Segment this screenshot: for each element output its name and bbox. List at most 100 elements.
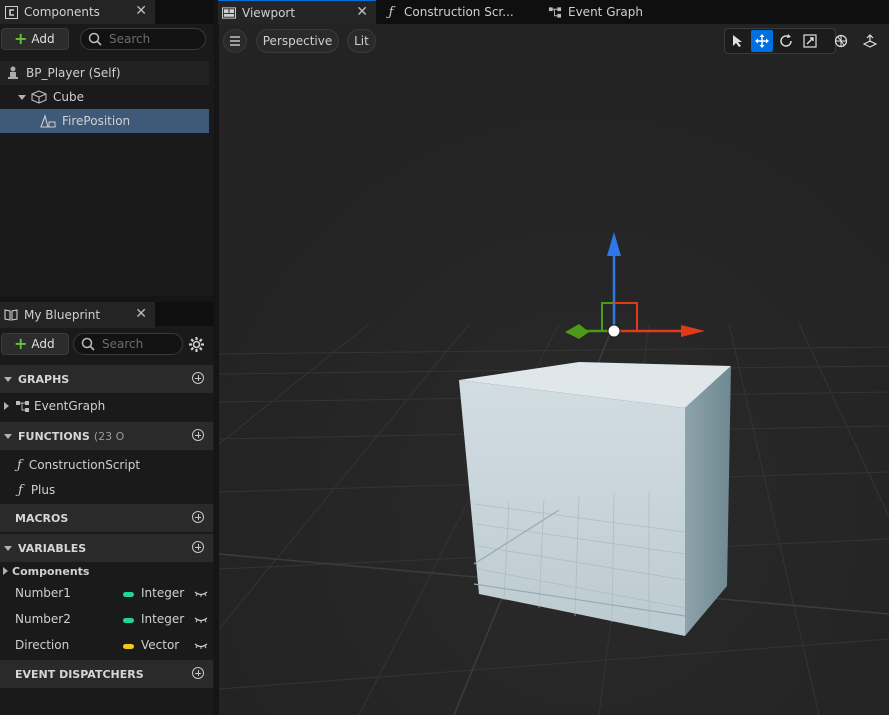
add-label: Add xyxy=(31,337,55,351)
tree-item-cube[interactable]: Cube xyxy=(0,85,209,109)
tab-viewport[interactable]: Viewport ✕ xyxy=(218,0,376,24)
function-item-constructionscript[interactable]: ƒ ConstructionScript xyxy=(0,453,213,477)
add-function-icon[interactable] xyxy=(192,429,204,441)
viewport-scene xyxy=(219,24,889,715)
lit-label: Lit xyxy=(354,34,369,48)
tab-components[interactable]: Components ✕ xyxy=(0,0,155,24)
section-graphs[interactable]: GRAPHS xyxy=(0,365,213,393)
tree-item-label: Cube xyxy=(53,90,84,104)
viewport-options-button[interactable] xyxy=(223,29,247,53)
rotate-icon[interactable] xyxy=(775,30,797,52)
section-title: FUNCTIONS xyxy=(18,429,90,443)
variable-row[interactable]: Direction Vector xyxy=(0,633,213,659)
section-title: MACROS xyxy=(15,511,69,525)
components-icon xyxy=(4,5,18,19)
components-search[interactable] xyxy=(80,28,206,50)
tree-item-fireposition[interactable]: FirePosition xyxy=(0,109,209,133)
plus-icon: + xyxy=(14,334,28,353)
gear-icon[interactable] xyxy=(188,336,205,353)
integer-type-pill[interactable] xyxy=(123,592,134,597)
variable-type: Integer xyxy=(141,612,185,626)
variable-name: Number1 xyxy=(15,586,71,600)
search-icon xyxy=(88,32,102,46)
components-search-input[interactable] xyxy=(109,32,189,46)
expand-arrow-icon[interactable] xyxy=(4,402,9,410)
section-title: GRAPHS xyxy=(18,372,70,386)
section-title: VARIABLES xyxy=(18,541,87,555)
move-icon[interactable] xyxy=(751,30,773,52)
add-label: Add xyxy=(31,32,55,46)
tree-item-label: BP_Player (Self) xyxy=(26,66,121,80)
components-tabbar: Components ✕ xyxy=(0,0,214,24)
variable-category-components[interactable]: Components xyxy=(0,560,213,582)
components-panel: Components ✕ + Add BP_Player (Self) Cube… xyxy=(0,0,214,296)
world-local-icon[interactable] xyxy=(830,30,852,52)
lit-button[interactable]: Lit xyxy=(347,29,376,53)
graph-icon xyxy=(15,400,30,413)
section-variables[interactable]: VARIABLES xyxy=(0,534,213,562)
variable-row[interactable]: Number2 Integer xyxy=(0,607,213,633)
components-tab-label: Components xyxy=(24,5,100,19)
function-item-plus[interactable]: ƒ Plus xyxy=(0,478,213,502)
tree-item-self[interactable]: BP_Player (Self) xyxy=(0,61,209,85)
add-variable-icon[interactable] xyxy=(192,541,204,553)
cube-mesh[interactable] xyxy=(459,362,731,636)
function-label: Plus xyxy=(30,483,56,497)
function-icon: ƒ xyxy=(388,4,394,20)
collapse-arrow-icon[interactable] xyxy=(4,376,12,382)
book-icon xyxy=(4,308,18,322)
blueprint-search[interactable] xyxy=(73,333,183,355)
variable-name: Direction xyxy=(15,638,70,652)
surface-snapping-icon[interactable] xyxy=(859,30,881,52)
collapse-arrow-icon[interactable] xyxy=(4,545,12,551)
my-blueprint-tab-label: My Blueprint xyxy=(24,308,101,322)
eye-closed-icon[interactable] xyxy=(194,639,208,649)
scale-icon[interactable] xyxy=(799,30,821,52)
section-event-dispatchers[interactable]: EVENT DISPATCHERS xyxy=(0,660,213,688)
add-event-dispatcher-icon[interactable] xyxy=(192,667,204,679)
section-macros[interactable]: MACROS xyxy=(0,504,213,532)
select-icon[interactable] xyxy=(727,30,749,52)
add-blueprint-item-button[interactable]: + Add xyxy=(1,333,69,355)
viewport[interactable]: Perspective Lit xyxy=(219,24,889,715)
section-title: EVENT DISPATCHERS xyxy=(15,667,144,681)
functions-count: (23 O xyxy=(93,429,125,443)
tab-event-graph[interactable]: Event Graph xyxy=(544,0,704,24)
tab-construction-script[interactable]: ƒ Construction Scr... xyxy=(380,0,540,24)
actor-icon xyxy=(7,66,21,80)
add-graph-icon[interactable] xyxy=(192,372,204,384)
construction-function-icon: ƒ xyxy=(17,457,22,473)
eye-closed-icon[interactable] xyxy=(194,613,208,623)
variable-row[interactable]: Number1 Integer xyxy=(0,581,213,607)
blueprint-search-input[interactable] xyxy=(102,337,172,351)
perspective-label: Perspective xyxy=(262,34,333,48)
tree-item-label: FirePosition xyxy=(62,114,131,128)
viewport-tab-label: Viewport xyxy=(242,5,296,20)
eye-closed-icon[interactable] xyxy=(194,587,208,597)
section-functions[interactable]: FUNCTIONS (23 O xyxy=(0,422,213,450)
close-icon[interactable]: ✕ xyxy=(135,3,147,19)
close-icon[interactable]: ✕ xyxy=(356,4,368,20)
vector-type-pill[interactable] xyxy=(123,644,134,649)
my-blueprint-panel: My Blueprint ✕ + Add GRAPHS EventGraph F… xyxy=(0,302,214,715)
construction-tab-label: Construction Scr... xyxy=(404,5,514,19)
graph-label: EventGraph xyxy=(34,399,106,413)
close-icon[interactable]: ✕ xyxy=(135,306,147,322)
graph-item-eventgraph[interactable]: EventGraph xyxy=(0,394,213,418)
plus-icon: + xyxy=(14,29,28,48)
function-icon: ƒ xyxy=(18,482,23,498)
graph-icon xyxy=(548,5,562,19)
expand-arrow-icon[interactable] xyxy=(3,567,8,575)
perspective-button[interactable]: Perspective xyxy=(256,29,339,53)
add-macro-icon[interactable] xyxy=(192,511,204,523)
add-component-button[interactable]: + Add xyxy=(1,28,69,50)
event-graph-tab-label: Event Graph xyxy=(568,5,643,19)
arrow-component-icon xyxy=(40,114,56,128)
category-label: Components xyxy=(12,564,90,578)
expand-arrow-icon[interactable] xyxy=(18,94,26,100)
function-label: ConstructionScript xyxy=(28,458,141,472)
variable-type: Vector xyxy=(141,638,180,652)
integer-type-pill[interactable] xyxy=(123,618,134,623)
collapse-arrow-icon[interactable] xyxy=(4,433,12,439)
tab-my-blueprint[interactable]: My Blueprint ✕ xyxy=(0,302,155,328)
